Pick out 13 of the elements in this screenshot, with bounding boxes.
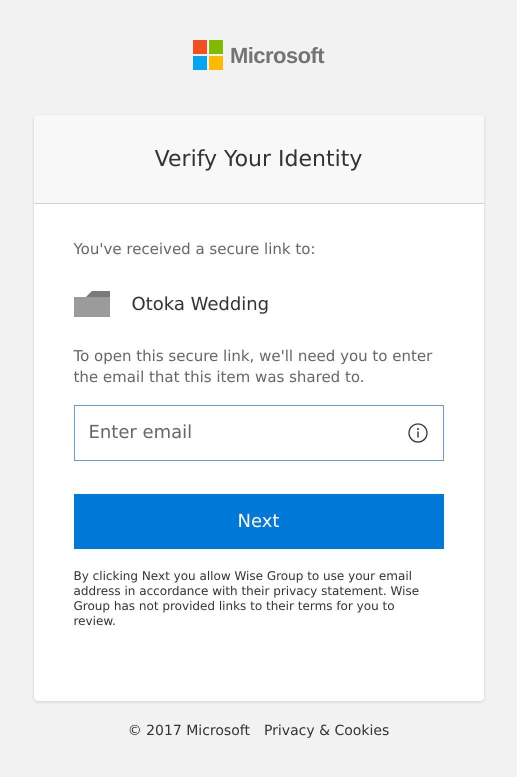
next-button[interactable]: Next xyxy=(74,494,444,548)
copyright-text: © 2017 Microsoft xyxy=(128,722,250,741)
intro-text: You've received a secure link to: xyxy=(74,239,316,260)
logo-wordmark: Microsoft xyxy=(230,42,324,70)
privacy-link[interactable]: Privacy & Cookies xyxy=(264,721,390,742)
logo-icon xyxy=(192,40,223,70)
instructions-text: To open this secure link, we'll need you to enter the email that this item was shared to. xyxy=(74,346,434,388)
folder-icon xyxy=(74,291,110,317)
disclaimer-text: By clicking Next you allow Wise Group to use your email address in accordance with their privacy statement. Wise Group has not provided links to their terms for you to review. xyxy=(74,568,420,628)
info-icon[interactable] xyxy=(408,422,428,442)
email-field[interactable]: Enter email xyxy=(74,404,444,460)
card-title: Verify Your Identity xyxy=(154,146,362,174)
item-name: Otoka Wedding xyxy=(132,292,270,316)
